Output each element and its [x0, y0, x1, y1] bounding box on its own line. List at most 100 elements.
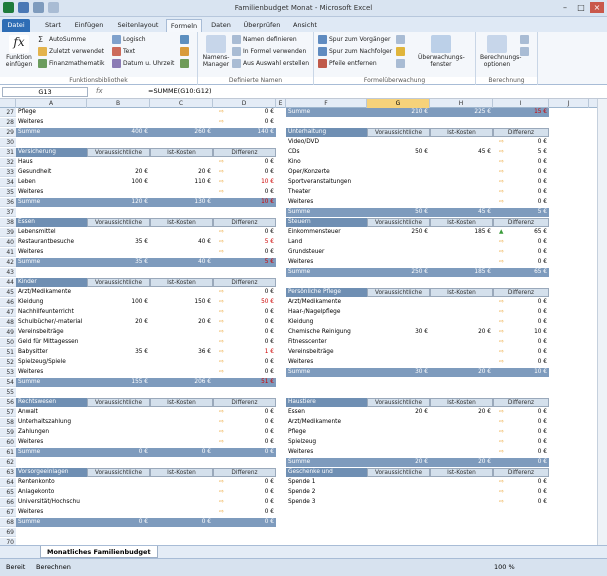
datetime-button[interactable]: Datum u. Uhrzeit — [112, 59, 174, 68]
difference[interactable]: 0 € — [213, 328, 276, 337]
table-header-cell[interactable]: Rechtswesen — [16, 398, 87, 407]
column-header-j[interactable]: J — [549, 99, 589, 108]
difference[interactable]: 10 € — [493, 328, 549, 337]
actual-cost[interactable]: 20 € — [430, 328, 493, 337]
tab-formulas[interactable]: Formeln — [166, 19, 202, 32]
tab-view[interactable]: Ansicht — [288, 19, 322, 32]
tab-page-layout[interactable]: Seitenlayout — [112, 19, 164, 32]
planned-cost[interactable] — [87, 118, 150, 127]
actual-cost[interactable]: 110 € — [150, 178, 213, 187]
difference[interactable]: 0 € — [493, 358, 549, 367]
difference[interactable]: 0 € — [213, 338, 276, 347]
difference[interactable]: 0 € — [213, 108, 276, 117]
difference[interactable]: 1 € — [213, 348, 276, 357]
sum-value[interactable]: 0 € — [87, 518, 150, 527]
planned-cost[interactable] — [367, 488, 430, 497]
remove-arrows-button[interactable]: Pfeile entfernen — [318, 59, 377, 68]
sum-label[interactable]: Summe — [286, 268, 367, 277]
difference[interactable]: 0 € — [493, 408, 549, 417]
sum-value[interactable]: 140 € — [213, 128, 276, 137]
table-header-cell[interactable]: Differenz — [493, 398, 549, 407]
table-header-cell[interactable]: Ist-Kosten — [150, 218, 213, 227]
row-number[interactable]: 58 — [0, 418, 16, 427]
difference[interactable]: 0 € — [213, 508, 276, 517]
difference[interactable]: 0 € — [493, 418, 549, 427]
planned-cost[interactable]: 100 € — [87, 178, 150, 187]
planned-cost[interactable] — [367, 348, 430, 357]
planned-cost[interactable] — [87, 498, 150, 507]
table-header-cell[interactable]: Versicherung — [16, 148, 87, 157]
difference[interactable]: 0 € — [493, 238, 549, 247]
table-header-cell[interactable]: Differenz — [213, 468, 276, 477]
difference[interactable]: 0 € — [493, 448, 549, 457]
planned-cost[interactable] — [87, 288, 150, 297]
sum-label[interactable]: Summe — [16, 198, 87, 207]
table-header-cell[interactable]: Ist-Kosten — [430, 468, 493, 477]
actual-cost[interactable]: 20 € — [150, 318, 213, 327]
difference[interactable]: 0 € — [213, 308, 276, 317]
vertical-scrollbar[interactable] — [597, 99, 607, 545]
table-header-cell[interactable]: Ist-Kosten — [430, 128, 493, 137]
row-number[interactable]: 59 — [0, 428, 16, 437]
row-number[interactable]: 62 — [0, 458, 16, 467]
table-header-cell[interactable]: Ist-Kosten — [150, 148, 213, 157]
row-number[interactable]: 55 — [0, 388, 16, 397]
difference[interactable]: 0 € — [493, 348, 549, 357]
trace-dependents-button[interactable]: Spur zum Nachfolger — [318, 47, 392, 56]
difference[interactable]: 0 € — [213, 158, 276, 167]
sum-value[interactable]: 250 € — [367, 268, 430, 277]
difference[interactable]: 5 € — [213, 238, 276, 247]
table-header-cell[interactable]: Voraussichtliche — [87, 218, 150, 227]
autosum-button[interactable]: Σ AutoSumme — [38, 35, 86, 44]
table-header-cell[interactable]: Vorsorgeeinlagen — [16, 468, 87, 477]
difference[interactable]: 0 € — [493, 478, 549, 487]
sum-value[interactable]: 225 € — [430, 108, 493, 117]
sum-value[interactable]: 0 € — [150, 518, 213, 527]
planned-cost[interactable]: 35 € — [87, 238, 150, 247]
actual-cost[interactable] — [150, 158, 213, 167]
row-number[interactable]: 52 — [0, 358, 16, 367]
actual-cost[interactable] — [430, 338, 493, 347]
difference[interactable]: 0 € — [493, 338, 549, 347]
planned-cost[interactable] — [367, 308, 430, 317]
table-header-cell[interactable]: Voraussichtliche — [367, 398, 430, 407]
actual-cost[interactable] — [150, 358, 213, 367]
actual-cost[interactable] — [430, 428, 493, 437]
table-header-cell[interactable]: Unterhaltung — [286, 128, 367, 137]
planned-cost[interactable] — [367, 438, 430, 447]
column-header-d[interactable]: D — [213, 99, 276, 108]
difference[interactable]: 0 € — [213, 418, 276, 427]
planned-cost[interactable] — [367, 188, 430, 197]
difference[interactable]: 0 € — [493, 438, 549, 447]
sum-value[interactable]: 10 € — [213, 198, 276, 207]
difference[interactable]: 0 € — [213, 478, 276, 487]
difference[interactable]: 0 € — [493, 308, 549, 317]
insert-function-button[interactable]: fx Funktion einfügen — [4, 35, 34, 68]
zoom-level[interactable]: 100 % — [494, 563, 515, 571]
row-number[interactable]: 28 — [0, 118, 16, 127]
sum-label[interactable]: Summe — [286, 368, 367, 377]
table-header-cell[interactable]: Differenz — [493, 288, 549, 297]
row-number[interactable]: 31 — [0, 148, 16, 157]
row-number[interactable]: 45 — [0, 288, 16, 297]
actual-cost[interactable] — [150, 488, 213, 497]
difference[interactable]: 0 € — [213, 288, 276, 297]
tab-data[interactable]: Daten — [206, 19, 236, 32]
actual-cost[interactable]: 20 € — [430, 408, 493, 417]
table-header-cell[interactable]: Differenz — [493, 468, 549, 477]
maximize-button[interactable]: □ — [574, 2, 588, 13]
table-header-cell[interactable]: Differenz — [493, 128, 549, 137]
sum-value[interactable]: 20 € — [430, 368, 493, 377]
difference[interactable]: 0 € — [213, 428, 276, 437]
difference[interactable]: 0 € — [213, 368, 276, 377]
row-number[interactable]: 47 — [0, 308, 16, 317]
planned-cost[interactable] — [367, 178, 430, 187]
planned-cost[interactable] — [87, 248, 150, 257]
planned-cost[interactable] — [367, 428, 430, 437]
table-header-cell[interactable]: Haustiere — [286, 398, 367, 407]
column-header-i[interactable]: I — [493, 99, 549, 108]
watch-window-button[interactable]: Überwachungs-fenster — [418, 35, 465, 68]
table-header-cell[interactable]: Differenz — [213, 218, 276, 227]
row-number[interactable]: 30 — [0, 138, 16, 147]
formula-input[interactable]: =SUMME(G10:G12) — [148, 87, 212, 95]
